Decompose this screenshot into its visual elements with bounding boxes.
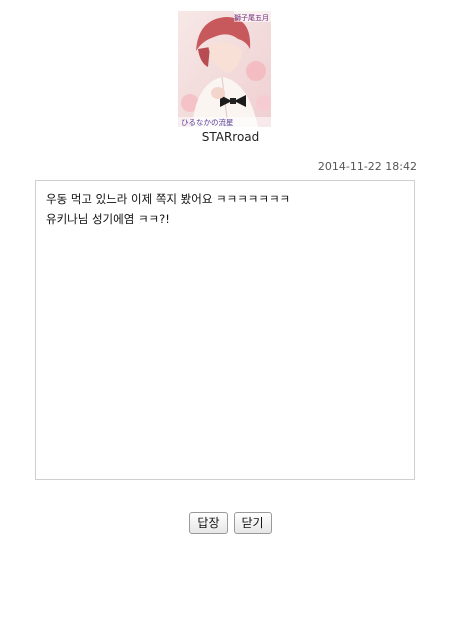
reply-button[interactable]: 답장 — [189, 512, 228, 534]
avatar-illustration: 獅子尾五月 ひるなかの流星 — [178, 11, 271, 127]
sender-name: STARroad — [201, 130, 260, 144]
message-body: 우동 먹고 있느라 이제 쪽지 봤어요 ㅋㅋㅋㅋㅋㅋㅋ 유키나님 성기에염 ㅋㅋ… — [35, 180, 415, 480]
avatar-caption-top: 獅子尾五月 — [234, 13, 269, 22]
action-buttons: 답장 닫기 — [0, 512, 461, 534]
sender-avatar: 獅子尾五月 ひるなかの流星 — [178, 11, 271, 127]
close-button[interactable]: 닫기 — [233, 512, 272, 534]
message-timestamp: 2014-11-22 18:42 — [317, 160, 417, 173]
avatar-caption-bottom: ひるなかの流星 — [181, 117, 234, 127]
